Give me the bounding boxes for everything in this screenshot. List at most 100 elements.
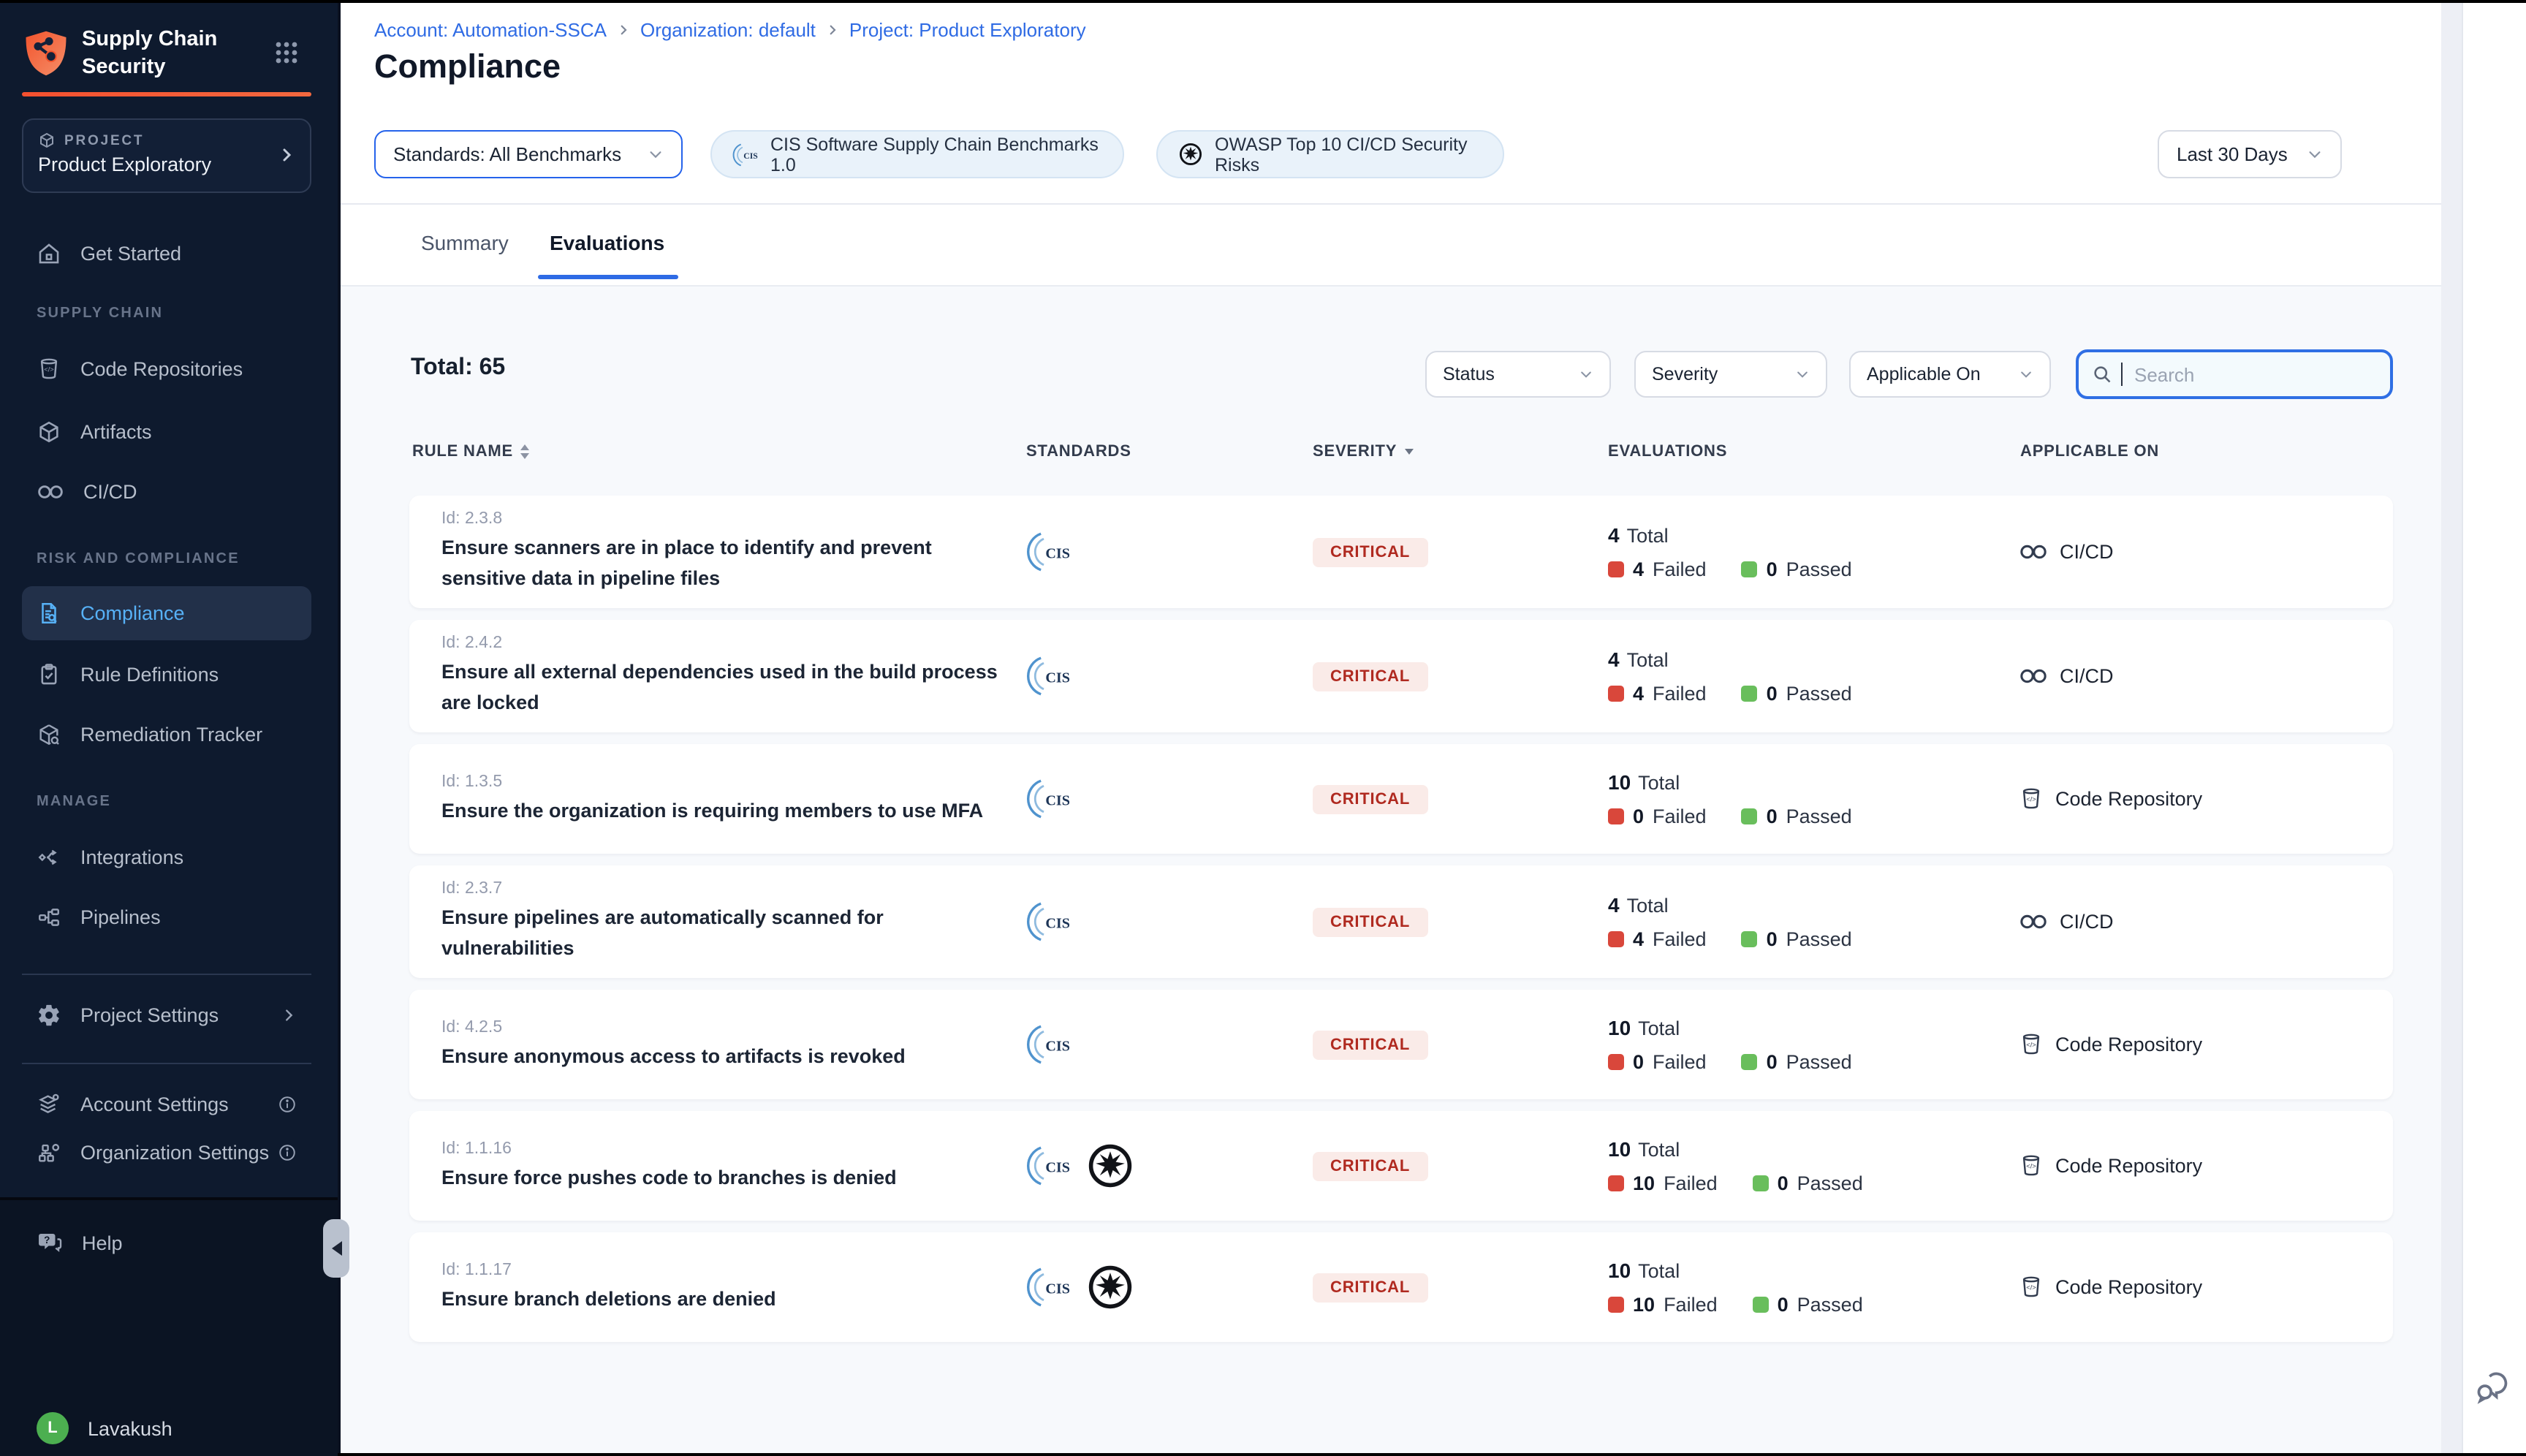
- total-label: Total: [1638, 1017, 1680, 1039]
- sidebar-item-project-settings[interactable]: Project Settings: [22, 993, 311, 1036]
- sidebar-collapse-handle[interactable]: [323, 1219, 349, 1278]
- sidebar-item-compliance[interactable]: Compliance: [22, 586, 311, 640]
- passed-indicator: [1753, 1175, 1769, 1191]
- user-menu[interactable]: L Lavakush: [22, 1406, 311, 1450]
- tab-evaluations[interactable]: Evaluations: [550, 222, 664, 263]
- box-wrench-icon: [37, 721, 61, 746]
- svg-text:CIS: CIS: [1045, 546, 1070, 562]
- applicable-on-label: CI/CD: [2060, 665, 2114, 687]
- sidebar-item-organization-settings[interactable]: Organization Settings: [22, 1130, 311, 1174]
- sidebar-item-cicd[interactable]: CI/CD: [22, 469, 311, 513]
- sidebar-item-remediation-tracker[interactable]: Remediation Tracker: [22, 712, 311, 756]
- sidebar-item-pipelines[interactable]: Pipelines: [22, 895, 311, 939]
- svg-text:CIS: CIS: [1045, 670, 1070, 686]
- svg-text:</>: </>: [2026, 1042, 2036, 1049]
- table-row[interactable]: Id: 1.1.17 Ensure branch deletions are d…: [409, 1232, 2393, 1342]
- table-row[interactable]: Id: 2.4.2 Ensure all external dependenci…: [409, 620, 2393, 732]
- standards-cell: CIS: [1026, 653, 1313, 699]
- failed-count: 4: [1633, 683, 1644, 705]
- package-icon: [37, 419, 61, 444]
- chevron-right-icon: [826, 23, 839, 37]
- passed-indicator: [1742, 931, 1758, 947]
- passed-indicator: [1742, 561, 1758, 577]
- tab-summary[interactable]: Summary: [421, 222, 509, 263]
- info-icon[interactable]: [278, 1142, 297, 1161]
- collapse-arrow-icon: [331, 1241, 341, 1256]
- applicable-on-label: Code Repository: [2055, 1276, 2202, 1298]
- rule-name: Ensure anonymous access to artifacts is …: [441, 1040, 1014, 1071]
- failed-indicator: [1608, 931, 1624, 947]
- cis-icon: CIS: [1026, 899, 1072, 944]
- chip-owasp[interactable]: OWASP Top 10 CI/CD Security Risks: [1156, 130, 1504, 178]
- cis-icon: CIS: [1026, 776, 1072, 822]
- passed-count: 0: [1778, 1172, 1789, 1194]
- column-header-severity[interactable]: SEVERITY: [1313, 437, 1413, 466]
- severity-badge: CRITICAL: [1313, 1030, 1427, 1059]
- severity-badge: CRITICAL: [1313, 907, 1427, 936]
- sidebar-item-code-repositories[interactable]: </> Code Repositories: [22, 346, 311, 390]
- cis-icon: CIS: [1026, 1143, 1072, 1188]
- project-selector[interactable]: PROJECT Product Exploratory: [22, 118, 311, 193]
- infinity-icon: [2019, 542, 2048, 561]
- applicable-on-label: CI/CD: [2060, 541, 2114, 563]
- chip-cis-benchmark[interactable]: CIS CIS Software Supply Chain Benchmarks…: [710, 130, 1124, 178]
- feedback-chat-icon[interactable]: [2473, 1368, 2511, 1406]
- help-chat-icon: ?: [37, 1229, 63, 1256]
- total-label: Total: [1627, 525, 1669, 547]
- date-range-dropdown[interactable]: Last 30 Days: [2158, 130, 2342, 178]
- table-row[interactable]: Id: 1.1.16 Ensure force pushes code to b…: [409, 1111, 2393, 1221]
- scrollbar-track[interactable]: [2441, 0, 2462, 1453]
- divider: [22, 974, 311, 975]
- owasp-icon: [1086, 1263, 1134, 1311]
- applicable-on-cell: </> Code Repository: [2019, 786, 2393, 811]
- rule-name: Ensure all external dependencies used in…: [441, 656, 1014, 718]
- sidebar-item-artifacts[interactable]: Artifacts: [22, 409, 311, 453]
- column-header-rule-name[interactable]: RULE NAME: [412, 437, 529, 466]
- rule-name: Ensure branch deletions are denied: [441, 1283, 1014, 1313]
- passed-label: Passed: [1786, 805, 1852, 827]
- sidebar-item-account-settings[interactable]: Account Settings: [22, 1082, 311, 1126]
- section-label-manage: MANAGE: [37, 794, 111, 814]
- standards-dropdown[interactable]: Standards: All Benchmarks: [374, 130, 683, 178]
- svg-text:</>: </>: [2026, 1284, 2036, 1292]
- owasp-icon: [1178, 142, 1203, 167]
- passed-count: 0: [1767, 805, 1778, 827]
- sidebar-item-get-started[interactable]: Get Started: [22, 231, 311, 275]
- failed-indicator: [1608, 1054, 1624, 1070]
- breadcrumb-account-link[interactable]: Account: Automation-SSCA: [374, 19, 607, 41]
- severity-filter-dropdown[interactable]: Severity: [1634, 351, 1827, 398]
- table-row[interactable]: Id: 4.2.5 Ensure anonymous access to art…: [409, 990, 2393, 1099]
- sidebar-item-integrations[interactable]: Integrations: [22, 835, 311, 879]
- clipboard-check-icon: [37, 661, 61, 686]
- breadcrumb-project-link[interactable]: Project: Product Exploratory: [849, 19, 1086, 41]
- standards-cell: CIS: [1026, 529, 1313, 575]
- passed-count: 0: [1767, 558, 1778, 580]
- passed-label: Passed: [1786, 1051, 1852, 1073]
- sidebar-item-rule-definitions[interactable]: Rule Definitions: [22, 652, 311, 696]
- evaluations-cell: 4Total 4Failed 0Passed: [1608, 893, 2019, 950]
- svg-text:CIS: CIS: [1045, 1160, 1070, 1176]
- status-filter-dropdown[interactable]: Status: [1425, 351, 1611, 398]
- code-repository-icon: </>: [37, 356, 61, 381]
- rule-name: Ensure force pushes code to branches is …: [441, 1161, 1014, 1192]
- table-row[interactable]: Id: 2.3.7 Ensure pipelines are automatic…: [409, 865, 2393, 978]
- breadcrumb-organization-link[interactable]: Organization: default: [640, 19, 816, 41]
- severity-badge: CRITICAL: [1313, 1273, 1427, 1302]
- main-area: Account: Automation-SSCA Organization: d…: [341, 0, 2526, 1453]
- sidebar: Supply Chain Security PROJECT Product Ex…: [0, 0, 341, 1453]
- package-icon: [38, 132, 56, 149]
- table-row[interactable]: Id: 2.3.8 Ensure scanners are in place t…: [409, 496, 2393, 608]
- rule-id: Id: 1.1.16: [441, 1140, 1026, 1157]
- info-icon[interactable]: [278, 1094, 297, 1113]
- total-count: 10: [1608, 1259, 1631, 1282]
- search-input[interactable]: [2131, 362, 2356, 387]
- applicable-on-cell: </> Code Repository: [2019, 1275, 2393, 1300]
- sidebar-item-help[interactable]: ? Help: [22, 1221, 311, 1264]
- passed-label: Passed: [1797, 1294, 1863, 1316]
- table-row[interactable]: Id: 1.3.5 Ensure the organization is req…: [409, 744, 2393, 854]
- applicable-on-filter-dropdown[interactable]: Applicable On: [1849, 351, 2051, 398]
- chevron-right-icon: [617, 23, 630, 37]
- total-count: 10: [1608, 1016, 1631, 1039]
- app-grid-icon[interactable]: [275, 41, 298, 64]
- svg-text:CIS: CIS: [743, 151, 758, 160]
